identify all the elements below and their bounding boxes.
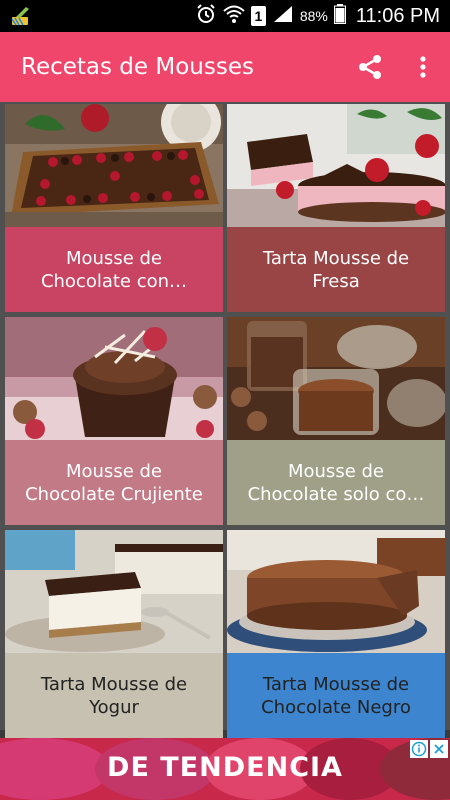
battery-icon <box>333 3 346 29</box>
recipe-title: Mousse de Chocolate solo co… <box>247 460 425 505</box>
recipe-grid: Mousse de Chocolate con… Tarta Mousse de… <box>0 102 450 738</box>
alarm-icon <box>195 3 217 30</box>
recipe-image <box>227 104 445 227</box>
recipe-title: Tarta Mousse de Fresa <box>262 247 410 292</box>
battery-percent: 88% <box>299 8 328 24</box>
recipe-image <box>5 530 223 653</box>
recipe-image <box>5 317 223 440</box>
recipe-card[interactable]: Tarta Mousse de Fresa <box>227 104 445 312</box>
recipe-image <box>5 104 223 227</box>
app-title: Recetas de Mousses <box>21 54 254 80</box>
more-vert-icon[interactable] <box>408 52 438 82</box>
cleaner-broom-icon <box>10 5 34 27</box>
ad-banner[interactable]: DE TENDENCIA <box>0 738 450 800</box>
app-bar: Recetas de Mousses <box>0 32 450 102</box>
adchoices-info-icon[interactable] <box>410 740 428 758</box>
recipe-card[interactable]: Mousse de Chocolate solo co… <box>227 317 445 525</box>
recipe-card[interactable]: Tarta Mousse de Chocolate Negro <box>227 530 445 738</box>
recipe-title-bar: Tarta Mousse de Chocolate Negro <box>227 653 445 738</box>
recipe-card[interactable]: Mousse de Chocolate Crujiente <box>5 317 223 525</box>
recipe-title-bar: Tarta Mousse de Fresa <box>227 227 445 312</box>
recipe-title-bar: Tarta Mousse de Yogur <box>5 653 223 738</box>
clock: 11:06 PM <box>355 4 440 27</box>
close-icon[interactable] <box>430 740 448 758</box>
recipe-title: Mousse de Chocolate Crujiente <box>25 460 203 505</box>
status-bar: 1 88% 11:06 PM <box>0 0 450 32</box>
recipe-title-bar: Mousse de Chocolate con… <box>5 227 223 312</box>
recipe-title-bar: Mousse de Chocolate solo co… <box>227 440 445 525</box>
recipe-image <box>227 317 445 440</box>
share-icon[interactable] <box>356 53 384 81</box>
recipe-card[interactable]: Mousse de Chocolate con… <box>5 104 223 312</box>
recipe-card[interactable]: Tarta Mousse de Yogur <box>5 530 223 738</box>
signal-icon <box>272 4 294 29</box>
sim-badge: 1 <box>250 6 266 26</box>
recipe-title: Tarta Mousse de Chocolate Negro <box>261 673 411 718</box>
ad-headline: DE TENDENCIA <box>107 752 343 783</box>
wifi-icon <box>223 4 245 29</box>
recipe-title: Mousse de Chocolate con… <box>40 247 188 292</box>
recipe-image <box>227 530 445 653</box>
recipe-title-bar: Mousse de Chocolate Crujiente <box>5 440 223 525</box>
recipe-title: Tarta Mousse de Yogur <box>40 673 188 718</box>
